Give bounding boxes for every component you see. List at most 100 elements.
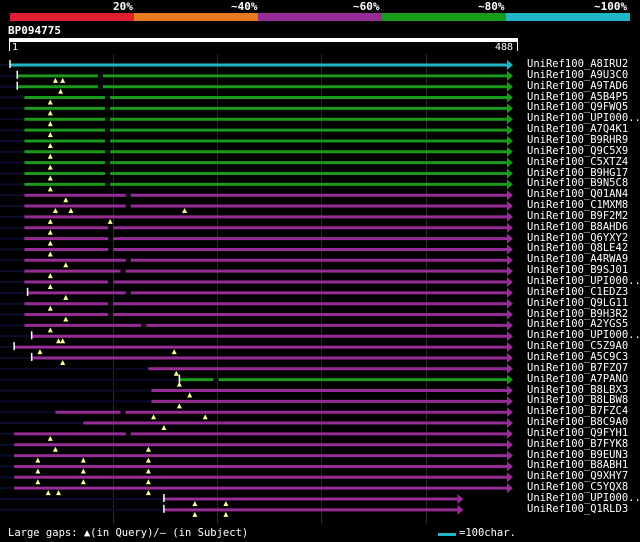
hit-arrow-head [507, 331, 513, 342]
hit-row[interactable] [0, 461, 513, 474]
query-gap-mark [176, 403, 182, 409]
hit-arrow-head [507, 277, 513, 287]
hit-row[interactable] [0, 320, 513, 333]
hit-row[interactable] [0, 352, 513, 365]
query-gap-mark [202, 414, 208, 420]
hit-arrow-head [507, 472, 513, 483]
hit-row[interactable] [0, 244, 513, 257]
query-gap-mark [52, 77, 58, 83]
hit-label[interactable]: UniRef100_A7PANO [527, 373, 628, 385]
hit-row[interactable] [0, 450, 513, 463]
query-gap-mark [47, 284, 53, 289]
hit-arrow-head [507, 222, 513, 233]
hit-arrow-head [507, 320, 513, 331]
hit-row[interactable] [0, 81, 513, 94]
query-gap-mark [192, 501, 198, 506]
query-gap-mark [47, 153, 53, 159]
hit-arrow-head [457, 494, 464, 504]
hit-arrow-head [507, 211, 513, 222]
hit-row[interactable] [0, 494, 464, 506]
hit-row[interactable] [0, 298, 513, 311]
hit-arrow-head [507, 287, 513, 298]
hit-row[interactable] [0, 255, 513, 268]
query-gap-mark [145, 490, 151, 496]
query-gap-mark [47, 164, 53, 170]
hit-row[interactable] [0, 146, 513, 159]
hit-label[interactable]: UniRef100_C5XTZ4 [527, 156, 628, 168]
hit-arrow-head [507, 81, 513, 92]
hit-row[interactable] [0, 233, 513, 246]
query-gap-mark [37, 349, 43, 355]
scale-legend-text: =100char. [459, 527, 516, 539]
hit-row[interactable] [0, 439, 513, 452]
scale-legend-line [438, 533, 456, 536]
hit-row[interactable] [0, 179, 513, 192]
query-gap-mark [47, 229, 53, 235]
query-gap-mark [56, 490, 62, 496]
hit-arrow-head [507, 201, 513, 212]
query-gap-mark [107, 218, 113, 224]
large-gaps-legend: Large gaps: ▲(in Query)/– (in Subject) [8, 527, 249, 539]
hit-arrow-head [507, 483, 513, 494]
query-gap-mark [145, 468, 151, 474]
hit-row[interactable] [0, 222, 513, 235]
query-gap-mark [192, 511, 198, 517]
hit-arrow-head [507, 168, 513, 179]
hit-row[interactable] [0, 70, 513, 83]
hit-row[interactable] [0, 396, 513, 409]
hit-arrow-head [507, 157, 513, 168]
hit-row[interactable] [0, 60, 513, 70]
hit-row[interactable] [0, 385, 513, 398]
hit-row[interactable] [0, 287, 513, 300]
hit-arrow-head [507, 309, 513, 320]
hit-row[interactable] [0, 266, 513, 279]
hit-row[interactable] [0, 114, 513, 127]
hit-row[interactable] [0, 418, 513, 431]
hit-row[interactable] [0, 157, 513, 170]
hit-row[interactable] [0, 342, 513, 355]
hit-row[interactable] [0, 483, 513, 496]
hit-row[interactable] [0, 168, 513, 181]
hit-label[interactable]: UniRef100_Q1RLD3 [527, 503, 628, 515]
query-gap-mark [182, 208, 188, 214]
hit-arrow-head [507, 407, 513, 418]
query-gap-mark [47, 218, 53, 224]
query-gap-mark [45, 490, 51, 496]
hit-row[interactable] [0, 331, 513, 344]
query-gap-mark [35, 457, 41, 463]
hit-row[interactable] [0, 125, 513, 138]
query-gap-mark [58, 88, 64, 94]
hit-arrow-head [457, 504, 464, 515]
hit-arrow-head [507, 103, 513, 114]
hit-row[interactable] [0, 407, 513, 420]
hit-row[interactable] [0, 277, 513, 289]
query-gap-mark [60, 338, 66, 344]
hit-row[interactable] [0, 211, 513, 224]
hit-arrow-head [507, 255, 513, 266]
hit-row[interactable] [0, 201, 513, 214]
blast-graphic: 20% ~40% ~60% ~80% ~100% BP094775 1 488 … [0, 0, 640, 542]
hit-row[interactable] [0, 103, 513, 116]
query-gap-mark [47, 240, 53, 246]
hit-row[interactable] [0, 92, 513, 105]
hit-row[interactable] [0, 363, 513, 376]
hit-arrow-head [507, 114, 513, 125]
hit-row[interactable] [0, 309, 513, 322]
hit-row[interactable] [0, 504, 464, 517]
hit-arrow-head [507, 244, 513, 255]
hit-arrow-head [507, 146, 513, 157]
hit-row[interactable] [0, 374, 513, 387]
hit-row[interactable] [0, 472, 513, 485]
query-gap-mark [47, 110, 53, 116]
query-gap-mark [60, 77, 66, 83]
query-gap-mark [47, 121, 53, 127]
query-gap-mark [47, 99, 53, 105]
query-gap-mark [145, 446, 151, 452]
query-gap-mark [63, 197, 69, 203]
query-gap-mark [173, 370, 179, 376]
query-gap-mark [47, 132, 53, 138]
hit-row[interactable] [0, 135, 513, 148]
hit-row[interactable] [0, 190, 513, 203]
hit-row[interactable] [0, 428, 513, 441]
query-gap-mark [63, 294, 69, 300]
